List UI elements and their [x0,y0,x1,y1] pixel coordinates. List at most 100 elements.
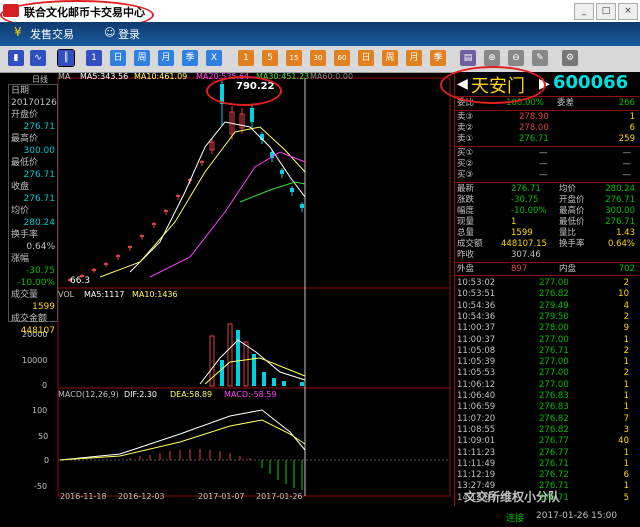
tick-row: 11:06:12 277.00 1 [457,379,629,390]
user-icon: ☺ [104,26,116,39]
window-title: 联合文化邮币卡交易中心 [24,6,145,19]
ma30-label: MA30:451.23 [256,72,310,81]
tb-min-15[interactable]: 15 [286,50,302,66]
stat-row: 最新 276.71 均价 280.24 [457,184,635,194]
tick-row: 10:53:02 277.00 2 [457,278,629,288]
macd-tick-neg50: -50 [34,482,48,491]
info-date-key: 日期 [11,86,30,96]
tb-min-30[interactable]: 30 [310,50,326,66]
bar-chart-icon[interactable]: ▮ [8,50,24,66]
tick-row: 11:05:39 277.00 1 [457,357,629,368]
ma5-label: MA5:343.56 [80,72,129,81]
tick-row: 11:12:19 276.72 6 [457,470,629,481]
vol-label: VOL [58,290,75,299]
sell-row-2[interactable]: 卖② 278.00 6 [455,123,639,134]
info-change-val: -30.75 [25,266,55,276]
info-avg-val: 280.24 [23,218,56,228]
tb-day2[interactable]: 日 [358,50,374,66]
macd-tick-100: 100 [32,406,48,415]
macd-value-label: MACD:-58.59 [224,390,277,399]
tick-row: 11:11:49 276.71 1 [457,458,629,469]
divider [455,146,639,147]
yen-icon: ¥ [14,25,22,39]
tb-min-60[interactable]: 60 [334,50,350,66]
zoom-in-icon[interactable]: ⊕ [484,50,500,66]
ma60-label: MA60:0.00 [310,72,354,81]
macd-label: MACD(12,26,9) [58,390,119,399]
info-close-key: 收盘 [11,182,30,192]
tb-month2[interactable]: 月 [406,50,422,66]
menu-login[interactable]: 登录 [118,26,140,42]
info-low-val: 276.71 [23,170,56,180]
tick-row: 11:08:55 276.82 3 [457,424,629,435]
sell-row-1[interactable]: 卖① 276.71 259 [455,134,639,145]
print-icon[interactable]: ▤ [460,50,476,66]
candlesticks [68,80,304,282]
maximize-button[interactable]: □ [596,3,616,20]
tb-period-day[interactable]: 日 [110,50,126,66]
tb-min-1[interactable]: 1 [238,50,254,66]
line-chart-icon[interactable]: ∿ [30,50,46,66]
vol-tick-0: 0 [42,381,48,390]
tb-period-week[interactable]: 周 [134,50,150,66]
menu-trade[interactable]: 发售交易 [30,26,74,42]
tick-row: 11:06:59 276.83 1 [457,402,629,413]
peak-price-label: 790.22 [236,81,275,92]
menubar: ¥ 发售交易 ☺ 登录 [0,22,640,46]
dea-label: DEA:58.89 [170,390,213,399]
ma-label: MA [58,72,71,81]
toolbar: ▮ ∿ ║ 1 日 周 月 季 X 1 5 15 30 60 日 周 月 季 ▤… [0,46,640,73]
tb-period-quarter[interactable]: 季 [182,50,198,66]
prev-stock-icon[interactable]: ◀ [457,76,468,92]
volume-bars [209,323,304,387]
tick-row: 11:09:01 276.77 40 [457,436,629,447]
tick-row: 11:00:37 278.00 9 [457,323,629,334]
tb-week2[interactable]: 周 [382,50,398,66]
x-tick-2: 2016-12-03 [118,492,165,501]
tick-row: 11:00:37 277.00 1 [457,334,629,345]
tick-row: 11:05:53 277.00 2 [457,368,629,379]
info-low-key: 最低价 [11,158,39,168]
buy-row-3[interactable]: 买③ — — [455,170,639,181]
tick-row: 10:54:36 279.49 4 [457,300,629,311]
stat-row: 幅度 -10.00% 最高价 300.00 [457,206,635,216]
buy-row-2[interactable]: 买② — — [455,159,639,170]
tb-min-5[interactable]: 5 [262,50,278,66]
info-panel: 日期 20170126 开盘价 276.71 最高价 300.00 最低价 27… [8,84,58,336]
next-stock-icon[interactable]: ▶ [539,76,550,92]
info-amount-key: 成交金额 [11,314,48,324]
tick-row: 10:54:36 279.50 2 [457,311,629,322]
info-turnover-val: 0.64% [26,242,55,252]
dif-label: DIF:2.30 [124,390,158,399]
order-ratio-row: 委比 -100.00% 委差 266 [457,98,635,108]
buy-row-1[interactable]: 买① — — [455,148,639,159]
divider [455,262,639,263]
macd-tick-50: 50 [38,432,49,441]
quote-panel: ◀ 天安门 ▶ 600066 委比 -100.00% 委差 266 卖③ 278… [454,72,640,527]
candle-icon[interactable]: ║ [57,49,75,67]
sell-row-3[interactable]: 卖③ 278.90 1 [455,112,639,123]
window-titlebar: 联合文化邮币卡交易中心 _ □ × [0,0,640,23]
tick-row: 11:11:23 276.77 1 [457,447,629,458]
chart-area[interactable]: 日线 MA MA5:343.56 MA10:461.09 MA20:535.64… [0,72,452,527]
zoom-out-icon[interactable]: ⊖ [508,50,524,66]
minimize-button[interactable]: _ [574,3,594,20]
draw-icon[interactable]: ✎ [532,50,548,66]
tb-period-1[interactable]: 1 [86,50,102,66]
info-turnover-key: 换手率 [11,230,39,240]
tb-period-month[interactable]: 月 [158,50,174,66]
stat-row: 涨跌 -30.75 开盘价 276.71 [457,195,635,205]
vol-ma10-label: MA10:1436 [132,290,178,299]
x-tick-1: 2016-11-18 [60,492,107,501]
tb-period-x[interactable]: X [206,50,222,66]
status-datetime: 2017-01-26 15:00 [536,511,618,521]
close-button[interactable]: × [618,3,638,20]
info-date-val: 20170126 [11,98,57,108]
tb-quarter2[interactable]: 季 [430,50,446,66]
info-change-pct: -10.00% [17,278,55,288]
info-volume-val: 1599 [32,302,55,312]
gear-icon[interactable]: ⚙ [562,50,578,66]
info-avg-key: 均价 [11,206,30,216]
stat-row: 成交额 448107.15 换手率 0.64% [457,239,635,249]
info-volume-key: 成交量 [11,290,39,300]
